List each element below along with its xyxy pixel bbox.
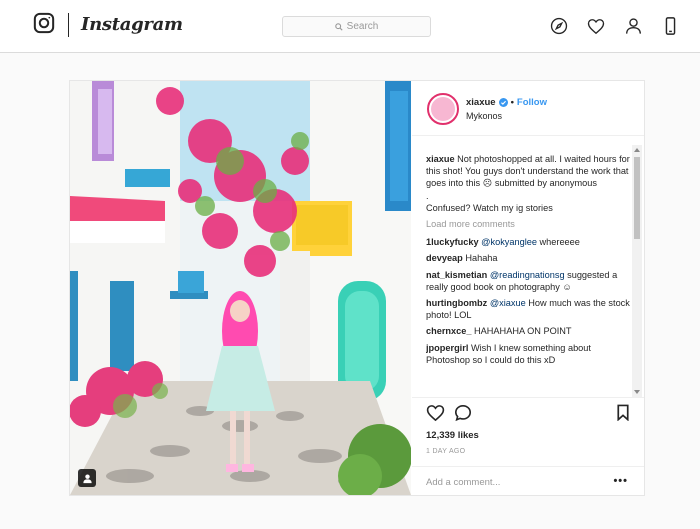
post-card: xiaxue • Follow Mykonos xiaxue Not photo… xyxy=(69,80,645,496)
load-more-comments-button[interactable]: Load more comments xyxy=(426,218,630,230)
search-icon xyxy=(334,22,343,31)
search-input[interactable]: Search xyxy=(282,16,431,37)
comment-text: HAHAHAHA ON POINT xyxy=(474,326,572,337)
comment-username[interactable]: xiaxue xyxy=(426,154,455,164)
caption: xiaxue Not photoshopped at all. I waited… xyxy=(426,153,630,214)
mobile-icon[interactable] xyxy=(660,16,680,36)
post-timestamp[interactable]: 1 DAY AGO xyxy=(426,448,465,455)
list-item: chernxce_ HAHAHAHA ON POINT xyxy=(426,325,630,337)
add-comment-section: ••• xyxy=(412,466,644,496)
scroll-up-arrow-icon[interactable] xyxy=(634,148,640,152)
comment-username[interactable]: hurtingbombz xyxy=(426,298,487,308)
caption-text: Not photoshopped at all. I waited hours … xyxy=(426,154,630,189)
heart-icon[interactable] xyxy=(586,16,606,36)
comments-list[interactable]: xiaxue Not photoshopped at all. I waited… xyxy=(426,153,630,393)
wordmark: Instagram xyxy=(81,14,183,35)
compass-icon[interactable] xyxy=(549,16,569,36)
caption-line: Confused? Watch my ig stories xyxy=(426,202,553,213)
comment-username[interactable]: chernxce_ xyxy=(426,326,471,336)
comment-text: Hahaha xyxy=(465,253,498,264)
post-actions: 12,339 likes 1 DAY AGO ••• xyxy=(412,397,644,495)
more-options-icon[interactable]: ••• xyxy=(613,475,628,487)
comments-scrollbar[interactable] xyxy=(632,145,642,397)
post-sidebar: xiaxue • Follow Mykonos xiaxue Not photo… xyxy=(412,81,644,495)
mykonos-street-illustration xyxy=(70,81,411,495)
comment-username[interactable]: devyeap xyxy=(426,253,463,263)
tagged-people-icon[interactable] xyxy=(78,469,96,487)
profile-icon[interactable] xyxy=(623,16,643,36)
caption-line: . xyxy=(426,190,429,201)
username-link[interactable]: xiaxue xyxy=(466,97,496,108)
comment-username[interactable]: nat_kismetian xyxy=(426,270,487,280)
logo[interactable]: Instagram xyxy=(33,12,183,37)
top-navigation-bar: Instagram Search xyxy=(0,0,700,53)
list-item: devyeap Hahaha xyxy=(426,252,630,264)
nav-icons xyxy=(532,16,680,36)
instagram-glyph-icon xyxy=(33,12,55,37)
like-heart-icon[interactable] xyxy=(426,404,445,425)
separator-dot: • xyxy=(510,97,514,108)
list-item: nat_kismetian @readingnationsg suggested… xyxy=(426,269,630,293)
comment-text: whereeee xyxy=(536,237,580,248)
scroll-thumb[interactable] xyxy=(634,157,640,239)
comment-username[interactable]: jpopergirl xyxy=(426,343,468,353)
post-photo[interactable] xyxy=(70,81,411,495)
avatar[interactable] xyxy=(427,93,459,125)
scroll-down-arrow-icon[interactable] xyxy=(634,390,640,394)
likes-count[interactable]: 12,339 likes xyxy=(426,430,479,441)
location-link[interactable]: Mykonos xyxy=(466,111,502,121)
comment-bubble-icon[interactable] xyxy=(454,404,472,425)
verified-badge-icon xyxy=(498,98,508,107)
action-row xyxy=(426,404,630,426)
comment-mention[interactable]: @readingnationsg xyxy=(490,270,565,280)
username-row: xiaxue • Follow xyxy=(466,97,547,108)
list-item: jpopergirl Wish I knew something about P… xyxy=(426,342,630,366)
list-item: 1luckyfucky @kokyanglee whereeee xyxy=(426,236,630,248)
avatar-image xyxy=(431,97,455,121)
bookmark-icon[interactable] xyxy=(616,404,630,424)
comment-mention[interactable]: @xiaxue xyxy=(490,298,526,308)
post-header: xiaxue • Follow Mykonos xyxy=(412,81,644,136)
list-item: hurtingbombz @xiaxue How much was the st… xyxy=(426,297,630,321)
comment-username[interactable]: 1luckyfucky xyxy=(426,237,479,247)
search-placeholder: Search xyxy=(346,21,379,32)
logo-divider xyxy=(68,12,69,37)
follow-button[interactable]: Follow xyxy=(517,97,547,108)
comment-mention[interactable]: @kokyanglee xyxy=(481,237,537,247)
comment-input[interactable] xyxy=(426,475,596,489)
